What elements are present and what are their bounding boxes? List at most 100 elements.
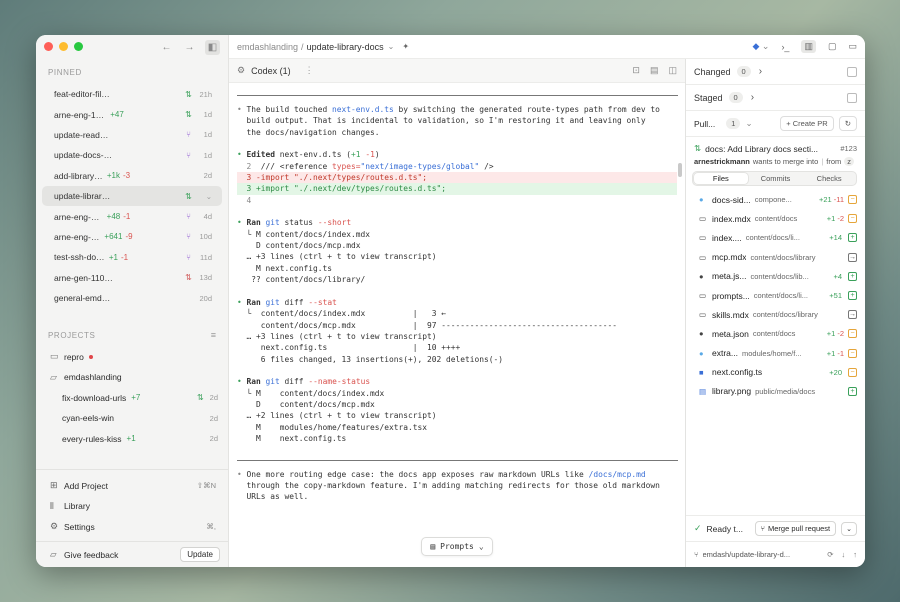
create-pr-button[interactable]: + Create PR [780, 116, 834, 131]
changes-panel-icon[interactable]: ▥ [801, 40, 816, 53]
command-output: M modules/home/features/extra.tsx [237, 422, 428, 432]
pinned-task-item[interactable]: arne-eng-972-allow-cu...+48-1 ⑂ 4d [42, 206, 222, 226]
scrollbar-thumb[interactable] [678, 163, 682, 177]
breadcrumb-task[interactable]: update-library-docs [307, 42, 384, 52]
pinned-task-item[interactable]: test-ssh-docker+1-1 ⑂ 11d [42, 247, 222, 267]
pr-status-icon: ⇅ [185, 273, 192, 283]
editor-app-icon[interactable]: ◆ ⌄ [752, 41, 769, 52]
task-name: arne-eng-1310-add-a... [54, 109, 106, 120]
project-task-item[interactable]: cyan-eels-win 2d [36, 408, 228, 429]
branch-row: ⑂ emdash/update-library-d... ⟳ ↓ ↑ [686, 541, 865, 567]
file-name: extra... [712, 348, 738, 359]
select-all-staged-checkbox[interactable] [847, 92, 857, 103]
file-name: prompts... [712, 290, 750, 301]
changed-file-row[interactable]: ▭ index.mdx content/docs +1 -2− [686, 209, 865, 228]
file-status-icon: − [848, 214, 857, 224]
staged-count-badge: 0 [728, 92, 743, 103]
close-window-button[interactable] [44, 42, 53, 51]
changed-file-row[interactable]: ▭ prompts... content/docs/li... +51 + [686, 286, 865, 305]
add-comment-icon[interactable]: ⊡ [632, 65, 640, 76]
pinned-task-item[interactable]: update-docs-asana-integration ⑂ 1d [42, 145, 222, 165]
add-project-button[interactable]: ⊞ Add Project ⇧⌘N [36, 476, 228, 497]
changed-file-row[interactable]: ▤ library.png public/media/docs + [686, 382, 865, 401]
chevron-down-icon[interactable]: ⌄ [745, 118, 752, 129]
split-view-icon[interactable]: ◫ [668, 65, 677, 76]
command-output: … +2 lines (ctrl + t to view transcript) [237, 411, 437, 421]
back-arrow-icon[interactable]: ← [159, 40, 174, 55]
unsaved-dot-icon [88, 354, 93, 359]
comments-icon[interactable]: ▢ [828, 41, 837, 52]
project-task-item[interactable]: every-rules-kiss +1 2d [36, 428, 228, 449]
pr-status-icon: ⑂ [186, 252, 191, 262]
lines-added: +47 [110, 110, 124, 120]
give-feedback-link[interactable]: Give feedback [64, 550, 118, 560]
changed-file-row[interactable]: ■ next.config.ts +20− [686, 363, 865, 382]
pin-icon[interactable]: ✦ [402, 42, 409, 51]
task-name: arne-gen-1101-allow-closing-s... [54, 272, 113, 283]
command-output: D content/docs/mcp.mdx [237, 399, 375, 409]
pinned-task-item[interactable]: update-library-docs ⇅ ⌄ [42, 185, 222, 207]
forward-arrow-icon[interactable]: → [182, 40, 197, 55]
staged-section[interactable]: Staged 0 › [686, 85, 865, 111]
file-status-icon: → [848, 252, 857, 262]
changed-file-row[interactable]: ▭ mcp.mdx content/docs/library → [686, 248, 865, 267]
transcript-message-line: build output. That is incidental to vali… [246, 116, 646, 126]
pinned-task-item[interactable]: arne-gen-1101-allow-closing-s... ⇅ 13d [42, 268, 222, 288]
merge-pull-request-button[interactable]: ⑂ Merge pull request [754, 521, 837, 536]
project-name: emdashlanding [64, 372, 122, 383]
task-name: feat-editor-file-folders-copy-p... [54, 89, 113, 100]
refresh-icon[interactable]: ↻ [838, 116, 857, 131]
merge-options-chevron-icon[interactable]: ⌄ [841, 521, 857, 536]
library-button[interactable]: ⫴ Library [36, 496, 228, 517]
tab-commits[interactable]: Commits [749, 172, 803, 185]
changed-file-row[interactable]: ● docs-sid... compone... +21 -11− [686, 190, 865, 209]
project-item-emdashlanding[interactable]: ▱ emdashlanding [36, 367, 228, 388]
chevron-right-icon[interactable]: › [759, 66, 762, 77]
pinned-task-item[interactable]: update-readme-asana ⑂ 1d [42, 125, 222, 145]
filter-icon[interactable]: ≡ [211, 330, 216, 340]
terminal-icon[interactable]: ›_ [781, 42, 789, 52]
pinned-task-item[interactable]: general-emdash 20d [42, 288, 222, 308]
select-all-changed-checkbox[interactable] [847, 66, 857, 77]
sidebar-toggle-icon[interactable]: ◧ [205, 40, 220, 55]
diff-removed-line: 3 -import "./.next/types/routes.d.ts"; [237, 172, 677, 184]
update-button[interactable]: Update [180, 547, 220, 562]
pull-button[interactable]: Pull... [694, 119, 715, 129]
changed-file-row[interactable]: ▭ index.... content/docs/li... +14 + [686, 228, 865, 247]
chevron-right-icon[interactable]: › [751, 92, 754, 103]
settings-button[interactable]: ⚙ Settings ⌘, [36, 517, 228, 538]
chevron-down-icon[interactable]: ⌄ [388, 42, 395, 51]
pull-down-arrow-icon[interactable]: ↓ [842, 550, 846, 559]
pull-request-title[interactable]: ⇅ docs: Add Library docs secti... #123 [686, 137, 865, 154]
pinned-task-item[interactable]: arne-eng-1310-add-a... +47 ⇅ 1d [42, 104, 222, 124]
sync-icon[interactable]: ⟳ [827, 550, 833, 559]
zoom-window-button[interactable] [74, 42, 83, 51]
changed-section[interactable]: Changed 0 › [686, 59, 865, 85]
prompts-button[interactable]: ▤ Prompts ⌄ [421, 536, 493, 556]
changed-file-row[interactable]: ▭ skills.mdx content/docs/library → [686, 305, 865, 324]
pinned-task-item[interactable]: feat-editor-file-folders-copy-p... ⇅ 21h [42, 84, 222, 104]
tab-files[interactable]: Files [694, 173, 748, 184]
breadcrumb-project[interactable]: emdashlanding [237, 42, 298, 52]
pull-count-badge: 1 [726, 118, 741, 129]
pinned-task-item[interactable]: arne-eng-1077-render-...+641-9 ⑂ 10d [42, 227, 222, 247]
pinned-task-item[interactable]: add-library-docs+1k-3 2d [42, 166, 222, 186]
tab-menu-icon[interactable]: ⋮ [305, 65, 314, 76]
changed-file-row[interactable]: ● meta.json content/docs +1 -2− [686, 324, 865, 343]
project-item-repro[interactable]: ▭ repro [36, 346, 228, 367]
file-name: meta.js... [712, 271, 747, 282]
tab-checks[interactable]: Checks [802, 172, 856, 185]
folder-icon[interactable]: ▭ [848, 41, 857, 52]
project-task-item[interactable]: fix-download-urls +7 ⇅ 2d [36, 387, 228, 408]
library-label: Library [64, 501, 90, 512]
minimize-window-button[interactable] [59, 42, 68, 51]
push-up-arrow-icon[interactable]: ↑ [853, 550, 857, 559]
branch-name[interactable]: emdash/update-library-d... [703, 550, 791, 559]
diff-added-line: 3 +import "./.next/dev/types/routes.d.ts… [237, 183, 677, 195]
document-icon[interactable]: ▤ [650, 65, 659, 76]
changed-file-row[interactable]: ● extra... modules/home/f... +1 -1− [686, 344, 865, 363]
command-output: … +3 lines (ctrl + t to view transcript) [237, 252, 437, 262]
tab-codex[interactable]: ⚙ Codex (1) ⋮ [237, 65, 314, 76]
changed-file-row[interactable]: ● meta.js... content/docs/lib... +4 + [686, 267, 865, 286]
lines-added: +641 [104, 232, 123, 242]
